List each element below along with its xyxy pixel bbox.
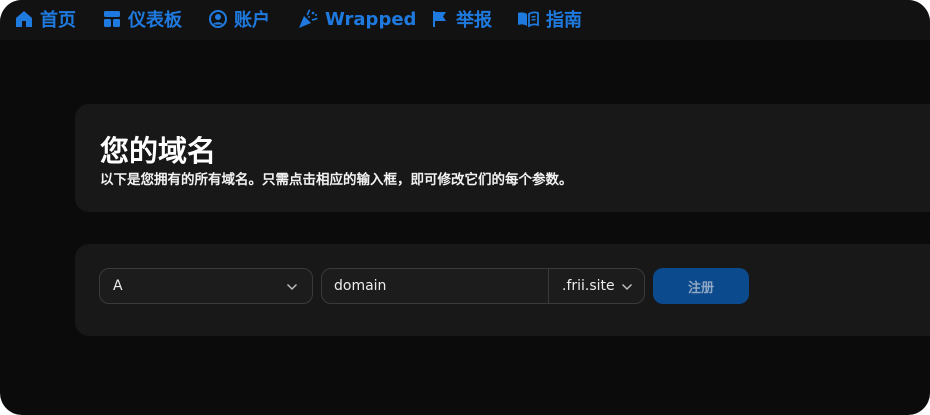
tld-select[interactable]: .frii.site <box>548 268 645 304</box>
chevron-down-icon <box>286 283 298 291</box>
register-button[interactable]: 注册 <box>653 268 749 304</box>
domain-input-value: domain <box>334 278 387 294</box>
nav-label-dashboard: 仪表板 <box>128 10 182 31</box>
page-description: 以下是您拥有的所有域名。只需点击相应的输入框，即可修改它们的每个参数。 <box>100 172 573 188</box>
tld-value: .frii.site <box>562 278 615 294</box>
app-window: 首页 仪表板 账户 Wrapped 举报 指南 您的域名 以下是您拥有的所有域名… <box>0 0 930 415</box>
nav-item-home[interactable]: 首页 <box>14 6 76 32</box>
chevron-down-icon <box>621 283 633 291</box>
book-icon <box>518 11 539 28</box>
page-title: 您的域名 <box>100 134 217 168</box>
nav-item-wrapped[interactable]: Wrapped <box>297 6 416 32</box>
nav-label-guide: 指南 <box>546 10 582 31</box>
party-popper-icon <box>299 9 318 28</box>
nav-label-report: 举报 <box>456 10 492 31</box>
register-button-label: 注册 <box>687 280 714 296</box>
nav-label-account: 账户 <box>234 10 270 31</box>
home-icon <box>16 11 32 27</box>
domain-input[interactable]: domain <box>321 268 549 304</box>
dashboard-icon <box>104 11 120 27</box>
account-icon <box>209 10 227 28</box>
nav-label-home: 首页 <box>40 10 76 31</box>
record-type-select[interactable]: A <box>99 268 313 304</box>
nav-label-wrapped: Wrapped <box>325 8 417 30</box>
record-type-value: A <box>113 278 123 294</box>
nav-item-report[interactable]: 举报 <box>430 6 492 32</box>
nav-item-dashboard[interactable]: 仪表板 <box>102 6 182 32</box>
flag-icon <box>433 11 446 27</box>
top-nav: 首页 仪表板 账户 Wrapped 举报 指南 <box>0 0 930 40</box>
nav-item-guide[interactable]: 指南 <box>516 6 582 32</box>
nav-item-account[interactable]: 账户 <box>208 6 270 32</box>
